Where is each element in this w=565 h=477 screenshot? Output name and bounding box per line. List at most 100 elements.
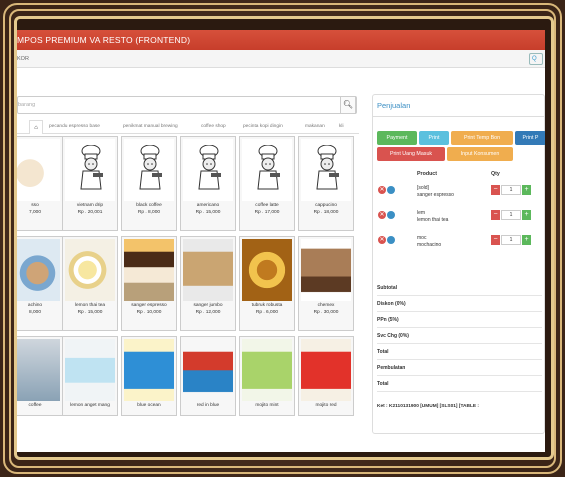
sales-title: Penjualan [373, 95, 544, 117]
product-image [183, 339, 233, 401]
product-card[interactable]: coffee [17, 336, 63, 416]
product-image [17, 139, 60, 201]
summary-subtotal: Subtotal [377, 281, 542, 296]
edit-icon[interactable] [387, 211, 395, 219]
product-price: Rp . 8,000 [137, 210, 161, 215]
product-card[interactable]: coffee latte Rp . 17,000 [239, 136, 295, 231]
product-card[interactable]: black coffee Rp . 8,000 [121, 136, 177, 231]
summary-svc-chg: Svc Chg (0%) [377, 329, 542, 344]
product-card[interactable]: sanger jumbo Rp . 12,000 [180, 236, 236, 331]
order-row: ✕ lem lemon thai tea − 1 + [373, 210, 545, 232]
print-uang-masuk-button[interactable]: Print Uang Masuk [377, 147, 445, 161]
product-name: coffee latte [255, 203, 279, 208]
product-name: coffee [28, 403, 42, 408]
tab-category[interactable]: pecandu espresso base [49, 120, 100, 134]
product-price: Rp . 6,000 [255, 310, 279, 315]
product-name: chemex [317, 303, 335, 308]
col-header-qty: Qty [491, 171, 500, 177]
tab-home-icon[interactable]: ⌂ [29, 120, 43, 134]
tab-category[interactable]: kli [339, 120, 344, 134]
subbar-search-button[interactable]: Q [529, 53, 543, 65]
order-item-code: moc [417, 235, 427, 241]
qty-input[interactable]: 1 [501, 235, 521, 245]
product-card[interactable]: red in blue [180, 336, 236, 416]
qty-input[interactable]: 1 [501, 210, 521, 220]
product-card[interactable]: vietnam drip Rp . 20,001 [62, 136, 118, 231]
product-name: achino [27, 303, 43, 308]
product-image [124, 239, 174, 301]
qty-plus-button[interactable]: + [522, 185, 531, 195]
product-card[interactable]: sso 7,000 [17, 136, 63, 231]
qty-minus-button[interactable]: − [491, 185, 500, 195]
product-card[interactable]: mojito red [298, 336, 354, 416]
tab-category[interactable]: pecinta kopi dingin [243, 120, 283, 134]
print-temp-bon-button[interactable]: Print Temp Bon [451, 131, 513, 145]
print-p-button[interactable]: Print P [515, 131, 545, 145]
product-name: mojito mint [255, 403, 279, 408]
product-price: Rp . 15,000 [195, 210, 221, 215]
print-button[interactable]: Print [419, 131, 449, 145]
sub-toolbar: KOR Q [17, 50, 545, 68]
app-title: MPOS PREMIUM VA RESTO (FRONTEND) [17, 35, 191, 45]
qty-input[interactable]: 1 [501, 185, 521, 195]
tab-category[interactable]: makanan [305, 120, 325, 134]
edit-icon[interactable] [387, 186, 395, 194]
product-card[interactable]: chemex Rp . 30,000 [298, 236, 354, 331]
product-image [301, 239, 351, 301]
remove-icon[interactable]: ✕ [378, 211, 386, 219]
product-card[interactable]: mojito mint [239, 336, 295, 416]
qty-plus-button[interactable]: + [522, 210, 531, 220]
product-card[interactable]: achino 8,000 [17, 236, 63, 331]
search-input[interactable]: barang [18, 97, 35, 113]
product-card[interactable]: lemon anget mang [62, 336, 118, 416]
qty-plus-button[interactable]: + [522, 235, 531, 245]
product-card[interactable]: tubruk robusta Rp . 6,000 [239, 236, 295, 331]
search-icon[interactable]: 🔍︎ [340, 96, 356, 114]
product-image [242, 239, 292, 301]
product-card[interactable]: sanger espresso Rp . 10,000 [121, 236, 177, 331]
product-name: mojito red [315, 403, 337, 408]
order-row: ✕ [sold] sanger espresso − 1 + [373, 185, 545, 207]
summary-total: Total [377, 345, 542, 360]
chef-placeholder-icon [80, 145, 103, 190]
chef-placeholder-icon [316, 145, 339, 190]
product-name: americano [196, 203, 220, 208]
product-card[interactable]: cappucino Rp . 18,000 [298, 136, 354, 231]
product-name: black coffee [136, 203, 162, 208]
summary-ppn: PPn (5%) [377, 313, 542, 328]
product-image [65, 239, 115, 301]
product-image [65, 139, 115, 201]
product-price: Rp . 17,000 [254, 210, 280, 215]
subbar-label: KOR [17, 56, 29, 62]
product-image [183, 239, 233, 301]
product-card[interactable]: blue ocean [121, 336, 177, 416]
product-price: Rp . 15,000 [77, 310, 103, 315]
tab-category[interactable]: coffee shop [201, 120, 226, 134]
product-price: Rp . 20,001 [77, 210, 103, 215]
product-name: red in blue [196, 403, 220, 408]
chef-placeholder-icon [257, 145, 280, 190]
order-item-fullname: mochacino [417, 242, 442, 248]
qty-minus-button[interactable]: − [491, 235, 500, 245]
tab-category[interactable]: penikmat manual brewing [123, 120, 178, 134]
qty-minus-button[interactable]: − [491, 210, 500, 220]
product-name: sso [31, 203, 39, 208]
product-card[interactable]: lemon thai tea Rp . 15,000 [62, 236, 118, 331]
remove-icon[interactable]: ✕ [378, 236, 386, 244]
input-konsumen-button[interactable]: Input Konsumen [447, 147, 513, 161]
order-item-name: moc mochacino [417, 235, 441, 249]
product-card[interactable]: americano Rp . 15,000 [180, 136, 236, 231]
payment-button[interactable]: Payment [377, 131, 417, 145]
product-image [301, 139, 351, 201]
remove-icon[interactable]: ✕ [378, 186, 386, 194]
product-image [17, 339, 60, 401]
product-image [242, 339, 292, 401]
col-header-product: Product [417, 171, 438, 177]
product-price: Rp . 18,000 [313, 210, 339, 215]
chef-placeholder-icon [139, 145, 162, 190]
product-price: Rp . 10,000 [136, 310, 162, 315]
product-price: 7,000 [28, 210, 41, 215]
edit-icon[interactable] [387, 236, 395, 244]
search-bar[interactable]: barang 🔍︎ [17, 96, 357, 114]
transaction-note: Ket : K2110131900 [UMUM] [SLS01] [TABLE … [377, 404, 480, 409]
